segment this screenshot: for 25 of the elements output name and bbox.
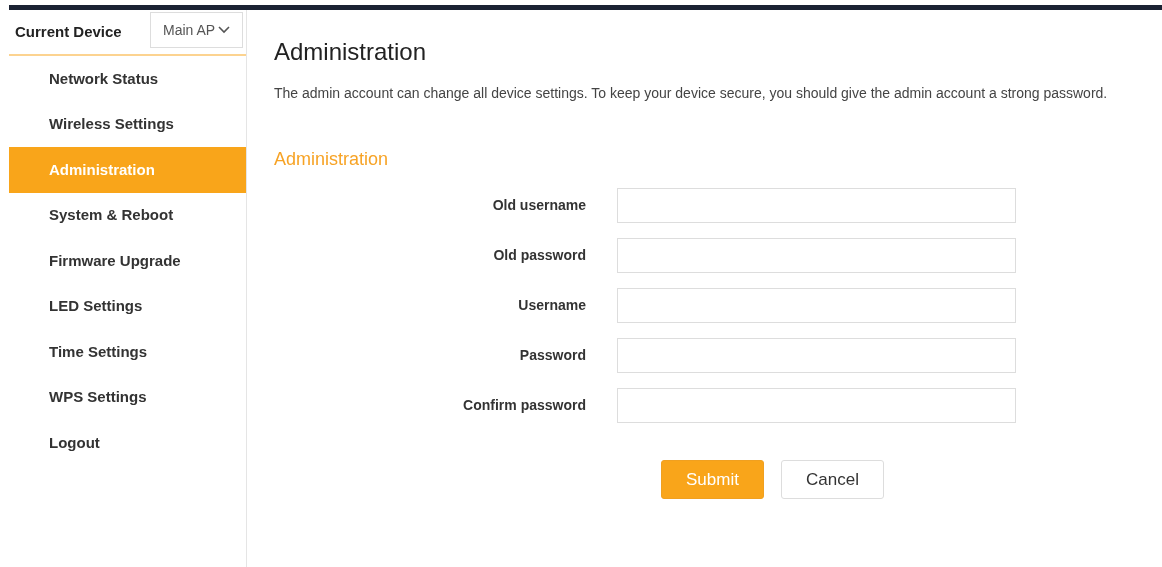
current-device-label: Current Device xyxy=(15,21,122,42)
nav-item[interactable]: LED Settings xyxy=(9,283,246,329)
nav-item[interactable]: Time Settings xyxy=(9,329,246,375)
nav-item[interactable]: Firmware Upgrade xyxy=(9,238,246,284)
cancel-button[interactable]: Cancel xyxy=(781,460,884,499)
nav-item[interactable]: Logout xyxy=(9,420,246,466)
field-label: Old password xyxy=(492,246,586,265)
page-title: Administration xyxy=(274,37,428,67)
input-field[interactable] xyxy=(617,388,1016,423)
input-field[interactable] xyxy=(617,338,1016,373)
input-field[interactable] xyxy=(617,288,1016,323)
page-description: The admin account can change all device settings. To keep your device secure, you should give the admin account a strong password. xyxy=(274,84,1109,103)
field-label: Old username xyxy=(491,196,586,215)
chevron-down-icon xyxy=(218,26,230,34)
field-label: Password xyxy=(518,346,586,365)
input-field[interactable] xyxy=(617,188,1016,223)
nav-item[interactable]: Wireless Settings xyxy=(9,101,246,147)
nav-item[interactable]: System & Reboot xyxy=(9,192,246,238)
device-select[interactable]: Main AP xyxy=(150,12,243,48)
input-field[interactable] xyxy=(617,238,1016,273)
section-title: Administration xyxy=(274,148,390,171)
field-label: Confirm password xyxy=(462,396,586,415)
field-label: Username xyxy=(517,296,586,315)
nav-item[interactable]: WPS Settings xyxy=(9,374,246,420)
nav-item[interactable]: Network Status xyxy=(9,56,246,102)
